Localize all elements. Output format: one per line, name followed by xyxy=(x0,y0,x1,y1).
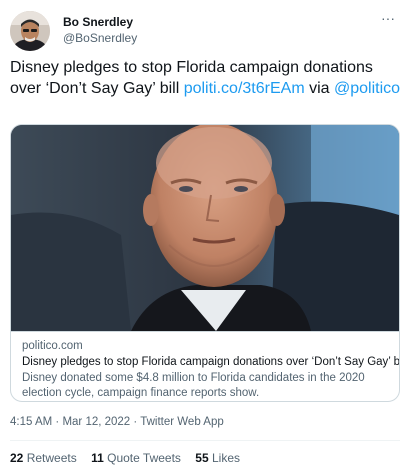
meta-separator: · xyxy=(130,416,141,428)
meta-separator: · xyxy=(52,416,63,428)
author-handle[interactable]: @BoSnerdley xyxy=(63,30,137,46)
card-body: politico.com Disney pledges to stop Flor… xyxy=(11,331,400,401)
retweets-stat[interactable]: 22 Retweets xyxy=(10,451,77,465)
tweet-link[interactable]: politi.co/3t6rEAm xyxy=(184,80,305,97)
more-horizontal-icon[interactable]: ··· xyxy=(379,11,397,27)
tweet-date[interactable]: Mar 12, 2022 xyxy=(62,416,130,428)
retweets-count: 22 xyxy=(10,451,24,465)
avatar[interactable] xyxy=(10,11,50,51)
tweet-text: Disney pledges to stop Florida campaign … xyxy=(10,57,402,99)
likes-count: 55 xyxy=(195,451,209,465)
quote-tweets-label: Quote Tweets xyxy=(107,451,181,465)
card-domain: politico.com xyxy=(22,340,83,352)
tweet-source[interactable]: Twitter Web App xyxy=(140,416,224,428)
tweet-header: Bo Snerdley @BoSnerdley ··· xyxy=(10,11,400,51)
card-description: Disney donated some $4.8 million to Flor… xyxy=(22,372,365,399)
quote-tweets-count: 11 xyxy=(91,451,104,465)
engagement-stats: 22 Retweets 11 Quote Tweets 55 Likes xyxy=(10,451,251,465)
likes-stat[interactable]: 55 Likes xyxy=(195,451,240,465)
likes-label: Likes xyxy=(211,451,240,465)
card-image[interactable] xyxy=(11,125,399,331)
tweet-mention[interactable]: @politico xyxy=(334,80,400,97)
retweets-label: Retweets xyxy=(26,451,77,465)
author-display-name[interactable]: Bo Snerdley xyxy=(63,14,137,30)
tweet-time[interactable]: 4:15 AM xyxy=(10,416,52,428)
quote-tweets-stat[interactable]: 11 Quote Tweets xyxy=(91,451,181,465)
tweet-text-via: via xyxy=(304,80,334,97)
tweet: Bo Snerdley @BoSnerdley ··· Disney pledg… xyxy=(0,0,410,473)
divider xyxy=(10,440,400,441)
author-names: Bo Snerdley @BoSnerdley xyxy=(63,14,137,46)
tweet-meta: 4:15 AM · Mar 12, 2022 · Twitter Web App xyxy=(10,415,224,429)
link-preview-card[interactable]: politico.com Disney pledges to stop Flor… xyxy=(10,124,400,402)
card-title: Disney pledges to stop Florida campaign … xyxy=(22,356,400,368)
